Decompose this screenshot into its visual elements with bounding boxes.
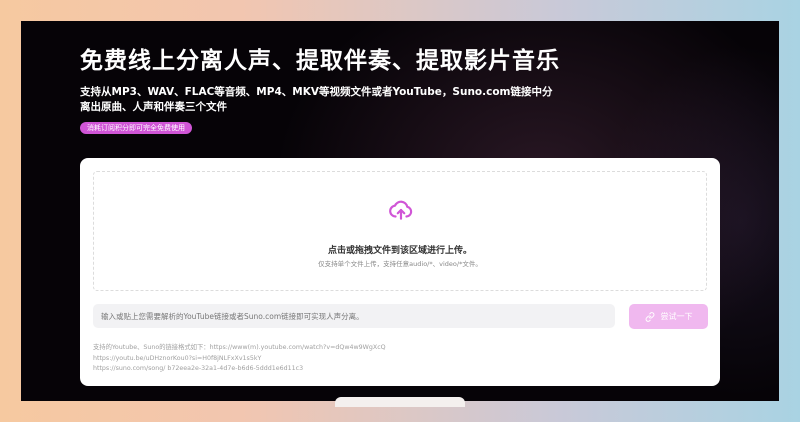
app-frame: 免费线上分离人声、提取伴奏、提取影片音乐 支持从MP3、WAV、FLAC等音频、… (21, 21, 779, 401)
link-icon (645, 311, 654, 322)
cloud-upload-icon (389, 200, 413, 220)
example-line: https://youtu.be/uDHznorKou0?si=H0f8jNLF… (93, 354, 262, 362)
dropzone-hint: 仅支持单个文件上传，支持任意audio/*、video/*文件。 (318, 260, 482, 268)
page-subtitle: 支持从MP3、WAV、FLAC等音频、MP4、MKV等视频文件或者YouTube… (80, 86, 553, 113)
dropzone-title: 点击或拖拽文件到该区域进行上传。 (327, 246, 472, 256)
example-line: https://suno.com/song/ b72eea2e-32a1-4d7… (93, 365, 304, 372)
try-button[interactable]: 尝试一下 (629, 304, 708, 329)
separation-card: 点击或拖拽文件到该区域进行上传。 仅支持单个文件上传，支持任意audio/*、v… (80, 158, 720, 386)
file-dropzone[interactable]: 点击或拖拽文件到该区域进行上传。 仅支持单个文件上传，支持任意audio/*、v… (93, 171, 707, 291)
example-line: 支持的Youtube、Suno的链接格式如下：https://www(m).yo… (93, 344, 386, 351)
bottom-panel-tab (335, 397, 465, 407)
supported-url-examples: 支持的Youtube、Suno的链接格式如下：https://www(m).yo… (93, 343, 386, 375)
youtube-url-input[interactable] (93, 304, 615, 328)
page-title: 免费线上分离人声、提取伴奏、提取影片音乐 (80, 48, 560, 74)
free-usage-badge: 消耗订阅积分即可完全免费使用 (80, 122, 192, 134)
try-button-label: 尝试一下 (660, 312, 693, 321)
